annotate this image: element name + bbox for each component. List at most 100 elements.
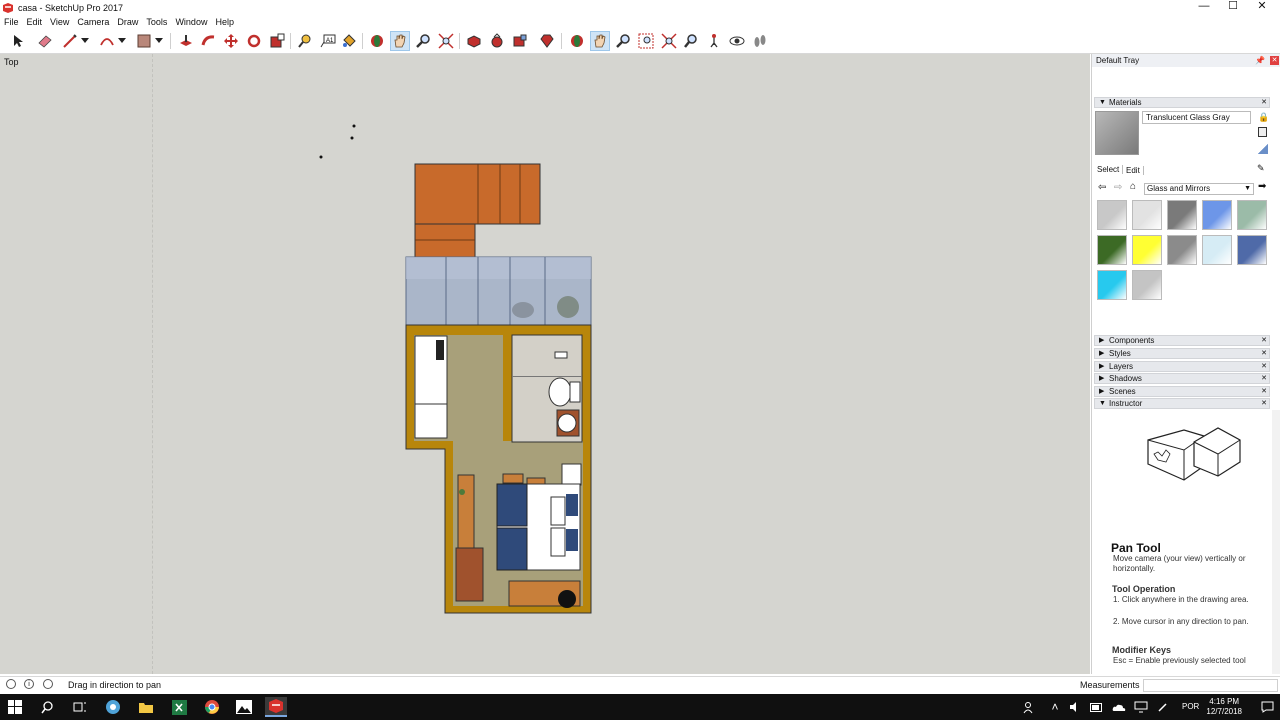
swatch-7[interactable] xyxy=(1167,235,1197,265)
pan-tool-icon[interactable] xyxy=(390,31,410,51)
user-icon[interactable] xyxy=(43,679,53,689)
swatch-11[interactable] xyxy=(1132,270,1162,300)
sample-paint-eyedropper-icon[interactable]: ✎ xyxy=(1257,163,1265,174)
material-name-field[interactable]: Translucent Glass Gray xyxy=(1142,111,1251,124)
look-around-icon[interactable] xyxy=(727,31,747,51)
extension-warehouse-icon[interactable] xyxy=(510,31,530,51)
minimize-button[interactable]: — xyxy=(1188,0,1220,15)
line-tool-icon[interactable] xyxy=(60,31,80,51)
select-tool-icon[interactable] xyxy=(8,31,28,51)
details-arrow-icon[interactable]: ➡ xyxy=(1258,181,1266,192)
menu-draw[interactable]: Draw xyxy=(113,17,142,27)
language-indicator[interactable]: POR xyxy=(1182,702,1199,711)
create-material-icon[interactable] xyxy=(1258,127,1267,137)
swatch-4[interactable] xyxy=(1237,200,1267,230)
arc-dropdown-icon[interactable] xyxy=(116,31,128,51)
zoom-tool-icon[interactable] xyxy=(413,31,433,51)
push-pull-tool-icon[interactable] xyxy=(176,31,196,51)
menu-window[interactable]: Window xyxy=(171,17,211,27)
rectangle-tool-icon[interactable] xyxy=(134,31,154,51)
search-icon[interactable] xyxy=(36,697,58,717)
panel-close-icon[interactable]: ✕ xyxy=(1261,349,1267,359)
file-explorer-icon[interactable] xyxy=(135,697,157,717)
follow-me-tool-icon[interactable] xyxy=(199,31,219,51)
zoom-extents-tool-icon[interactable] xyxy=(436,31,456,51)
swatch-8[interactable] xyxy=(1202,235,1232,265)
home-icon[interactable]: ⌂ xyxy=(1130,181,1136,192)
position-camera-icon[interactable] xyxy=(704,31,724,51)
scale-tool-icon[interactable] xyxy=(267,31,287,51)
app-icon-1[interactable] xyxy=(102,697,124,717)
zoom-window-icon[interactable] xyxy=(636,31,656,51)
close-button[interactable]: ✕ xyxy=(1246,0,1278,15)
network-icon[interactable] xyxy=(1130,697,1152,717)
menu-view[interactable]: View xyxy=(46,17,73,27)
geo-location-icon[interactable] xyxy=(6,679,16,689)
tray-close-icon[interactable]: ✕ xyxy=(1270,56,1279,65)
forward-arrow-icon[interactable]: ⇨ xyxy=(1114,182,1122,193)
ruby-console-icon[interactable] xyxy=(537,31,557,51)
rotate-tool-icon[interactable] xyxy=(244,31,264,51)
scenes-panel-header[interactable]: ▶ Scenes ✕ xyxy=(1094,386,1270,397)
swatch-10[interactable] xyxy=(1097,270,1127,300)
onedrive-icon[interactable] xyxy=(1108,697,1130,717)
sketchup-taskbar-icon[interactable] xyxy=(265,697,287,717)
instructor-panel-header[interactable]: ▼ Instructor ✕ xyxy=(1094,398,1270,409)
shadows-panel-header[interactable]: ▶ Shadows ✕ xyxy=(1094,373,1270,384)
swatch-5[interactable] xyxy=(1097,235,1127,265)
tray-pin-icon[interactable]: 📌 xyxy=(1255,54,1265,67)
swatch-9[interactable] xyxy=(1237,235,1267,265)
swatch-3[interactable] xyxy=(1202,200,1232,230)
swatch-2[interactable] xyxy=(1167,200,1197,230)
arc-tool-icon[interactable] xyxy=(97,31,117,51)
menu-help[interactable]: Help xyxy=(211,17,238,27)
panel-close-icon[interactable]: ✕ xyxy=(1261,98,1267,108)
tray-scrollbar[interactable] xyxy=(1272,410,1280,674)
materials-panel-header[interactable]: ▼ Materials ✕ xyxy=(1094,97,1270,108)
eraser-tool-icon[interactable] xyxy=(35,31,55,51)
task-view-icon[interactable] xyxy=(69,697,91,717)
components-panel-header[interactable]: ▶ Components ✕ xyxy=(1094,335,1270,346)
layers-panel-header[interactable]: ▶ Layers ✕ xyxy=(1094,361,1270,372)
orbit-view-icon[interactable] xyxy=(567,31,587,51)
drawing-viewport[interactable]: Top xyxy=(0,54,1090,674)
menu-camera[interactable]: Camera xyxy=(73,17,113,27)
pen-icon[interactable] xyxy=(1152,697,1174,717)
photos-icon[interactable] xyxy=(233,697,255,717)
panel-close-icon[interactable]: ✕ xyxy=(1261,336,1267,346)
sample-paint-icon[interactable] xyxy=(1258,144,1268,154)
panel-close-icon[interactable]: ✕ xyxy=(1261,374,1267,384)
info-icon[interactable]: i xyxy=(24,679,34,689)
tab-edit[interactable]: Edit xyxy=(1126,166,1144,175)
move-tool-icon[interactable] xyxy=(221,31,241,51)
excel-icon[interactable] xyxy=(168,697,190,717)
styles-panel-header[interactable]: ▶ Styles ✕ xyxy=(1094,348,1270,359)
people-icon[interactable] xyxy=(1018,697,1040,717)
tray-overflow-icon[interactable]: ˄ xyxy=(1044,697,1066,717)
tape-measure-tool-icon[interactable] xyxy=(295,31,315,51)
battery-icon[interactable] xyxy=(1086,697,1108,717)
back-arrow-icon[interactable]: ⇦ xyxy=(1098,182,1106,193)
volume-icon[interactable] xyxy=(1064,697,1086,717)
floor-plan-model[interactable] xyxy=(0,54,1090,674)
shape-dropdown-icon[interactable] xyxy=(153,31,165,51)
material-lock-icon[interactable]: 🔒 xyxy=(1258,112,1269,123)
panel-close-icon[interactable]: ✕ xyxy=(1261,362,1267,372)
zoom-extents-view-icon[interactable] xyxy=(659,31,679,51)
line-dropdown-icon[interactable] xyxy=(79,31,91,51)
clock[interactable]: 4:16 PM 12/7/2018 xyxy=(1206,697,1242,717)
swatch-6[interactable] xyxy=(1132,235,1162,265)
3d-warehouse-icon[interactable] xyxy=(487,31,507,51)
swatch-1[interactable] xyxy=(1132,200,1162,230)
previous-view-icon[interactable] xyxy=(681,31,701,51)
menu-edit[interactable]: Edit xyxy=(23,17,47,27)
notifications-icon[interactable] xyxy=(1256,697,1278,717)
walk-icon[interactable] xyxy=(750,31,770,51)
orbit-tool-icon[interactable] xyxy=(367,31,387,51)
paint-bucket-tool-icon[interactable] xyxy=(339,31,359,51)
chrome-icon[interactable] xyxy=(201,697,223,717)
maximize-button[interactable]: ☐ xyxy=(1217,0,1249,15)
zoom-view-icon[interactable] xyxy=(613,31,633,51)
swatch-0[interactable] xyxy=(1097,200,1127,230)
components-icon[interactable] xyxy=(464,31,484,51)
